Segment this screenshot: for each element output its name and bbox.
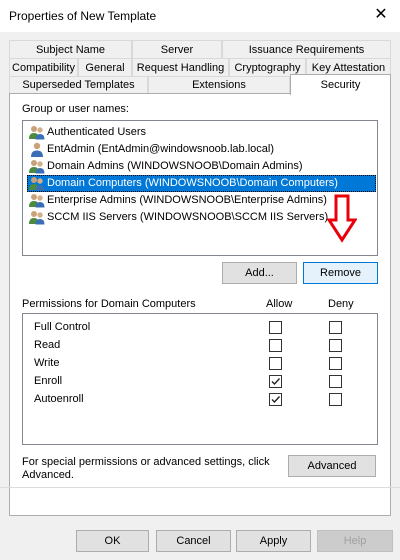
tab-subject-name[interactable]: Subject Name: [9, 40, 132, 59]
user-icon: [31, 142, 43, 157]
users-group-icon: [29, 160, 45, 174]
tab-general[interactable]: General: [78, 58, 132, 77]
advanced-button[interactable]: Advanced: [288, 455, 376, 477]
list-item[interactable]: EntAdmin (EntAdmin@windowsnoob.lab.local…: [27, 141, 376, 158]
tab-extensions[interactable]: Extensions: [148, 76, 290, 94]
allow-checkbox[interactable]: [269, 375, 282, 388]
apply-button[interactable]: Apply: [236, 530, 311, 552]
users-listbox[interactable]: Authenticated Users EntAdmin (EntAdmin@w…: [22, 120, 378, 256]
checkmark-icon: [271, 396, 281, 404]
permission-name: Write: [34, 357, 60, 369]
tab-issuance-requirements[interactable]: Issuance Requirements: [222, 40, 391, 59]
tab-compatibility[interactable]: Compatibility: [9, 58, 78, 77]
cancel-button[interactable]: Cancel: [156, 530, 231, 552]
remove-button[interactable]: Remove: [303, 262, 378, 284]
tab-request-handling[interactable]: Request Handling: [132, 58, 229, 77]
advanced-note-line1: For special permissions or advanced sett…: [22, 456, 270, 468]
tab-security[interactable]: Security: [290, 74, 391, 95]
permissions-list: Full Control Read Write Enroll Autoenrol…: [22, 313, 378, 445]
title-bar: Properties of New Template ✕: [0, 0, 400, 32]
allow-checkbox[interactable]: [269, 357, 282, 370]
users-group-icon: [29, 194, 45, 208]
help-button[interactable]: Help: [317, 530, 393, 552]
permission-row: Write: [23, 355, 377, 373]
add-button[interactable]: Add...: [222, 262, 297, 284]
deny-checkbox[interactable]: [329, 393, 342, 406]
allow-header: Allow: [266, 298, 293, 310]
deny-checkbox[interactable]: [329, 375, 342, 388]
permission-name: Read: [34, 339, 61, 351]
checkmark-icon: [271, 378, 281, 386]
deny-checkbox[interactable]: [329, 321, 342, 334]
list-item[interactable]: SCCM IIS Servers (WINDOWSNOOB\SCCM IIS S…: [27, 209, 376, 226]
deny-header: Deny: [328, 298, 354, 310]
permission-row: Enroll: [23, 373, 377, 391]
users-group-icon: [29, 177, 45, 191]
tab-superseded-templates[interactable]: Superseded Templates: [9, 76, 148, 94]
group-label: Group or user names:: [22, 103, 129, 115]
footer-divider: [0, 487, 400, 488]
list-item[interactable]: Enterprise Admins (WINDOWSNOOB\Enterpris…: [27, 192, 376, 209]
ok-button[interactable]: OK: [76, 530, 149, 552]
permission-row: Autoenroll: [23, 391, 377, 409]
permission-name: Full Control: [34, 321, 91, 333]
permission-name: Autoenroll: [34, 393, 84, 405]
allow-checkbox[interactable]: [269, 393, 282, 406]
allow-checkbox[interactable]: [269, 339, 282, 352]
list-item-selected[interactable]: Domain Computers (WINDOWSNOOB\Domain Com…: [27, 175, 376, 192]
advanced-note-line2: Advanced.: [22, 469, 74, 481]
deny-checkbox[interactable]: [329, 339, 342, 352]
permission-row: Full Control: [23, 319, 377, 337]
permission-name: Enroll: [34, 375, 63, 387]
permissions-label: Permissions for Domain Computers: [22, 298, 196, 310]
permission-row: Read: [23, 337, 377, 355]
close-icon[interactable]: ✕: [370, 4, 392, 26]
tab-server[interactable]: Server: [132, 40, 222, 59]
annotation-arrow-icon: [327, 194, 357, 243]
deny-checkbox[interactable]: [329, 357, 342, 370]
allow-checkbox[interactable]: [269, 321, 282, 334]
list-item[interactable]: Authenticated Users: [27, 124, 376, 141]
list-item[interactable]: Domain Admins (WINDOWSNOOB\Domain Admins…: [27, 158, 376, 175]
users-group-icon: [29, 211, 45, 225]
users-group-icon: [29, 126, 45, 140]
window-title: Properties of New Template: [9, 9, 157, 23]
